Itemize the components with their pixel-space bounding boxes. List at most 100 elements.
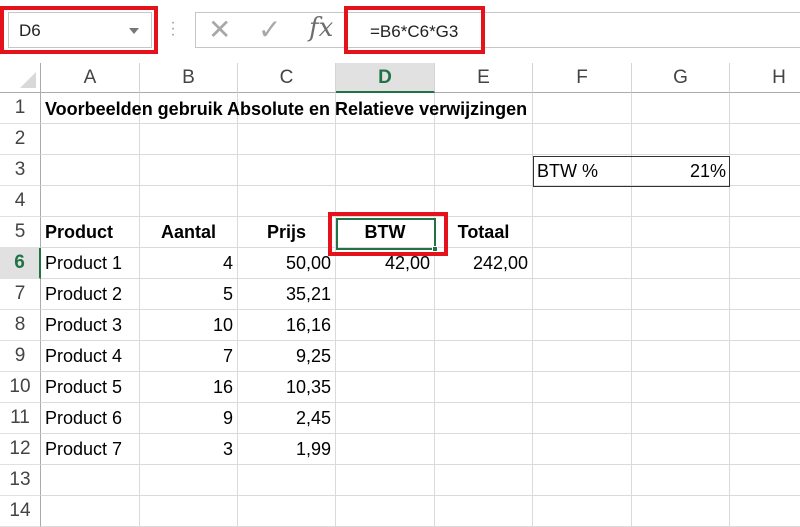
cell-e8[interactable] [435,310,533,341]
cell-a10[interactable]: Product 5 [41,372,140,403]
column-header-g[interactable]: G [632,63,730,93]
cell-f14[interactable] [533,496,632,527]
cell-e6[interactable]: 242,00 [435,248,533,279]
cell-h9[interactable] [730,341,800,372]
cell-g8[interactable] [632,310,730,341]
cell-e7[interactable] [435,279,533,310]
column-header-b[interactable]: B [140,63,238,93]
cell-h13[interactable] [730,465,800,496]
cell-f1[interactable] [533,93,632,124]
cell-e3[interactable] [435,155,533,186]
column-header-e[interactable]: E [435,63,533,93]
cell-b7[interactable]: 5 [140,279,238,310]
cell-g9[interactable] [632,341,730,372]
cell-g12[interactable] [632,434,730,465]
cell-g5[interactable] [632,217,730,248]
cell-e14[interactable] [435,496,533,527]
column-header-f[interactable]: F [533,63,632,93]
cell-c12[interactable]: 1,99 [238,434,336,465]
cell-b14[interactable] [140,496,238,527]
cell-f10[interactable] [533,372,632,403]
cell-b9[interactable]: 7 [140,341,238,372]
cell-g14[interactable] [632,496,730,527]
cell-a2[interactable] [41,124,140,155]
enter-icon[interactable]: ✓ [258,13,281,46]
row-header-6[interactable]: 6 [0,248,41,279]
cell-b12[interactable]: 3 [140,434,238,465]
column-header-h[interactable]: H [730,63,800,93]
cell-b6[interactable]: 4 [140,248,238,279]
cell-c2[interactable] [238,124,336,155]
cell-f7[interactable] [533,279,632,310]
cell-g13[interactable] [632,465,730,496]
cell-c3[interactable] [238,155,336,186]
cell-c5[interactable]: Prijs [238,217,336,248]
cell-c13[interactable] [238,465,336,496]
cell-f5[interactable] [533,217,632,248]
cell-h14[interactable] [730,496,800,527]
column-header-a[interactable]: A [41,63,140,93]
cell-g7[interactable] [632,279,730,310]
cell-f4[interactable] [533,186,632,217]
cell-c11[interactable]: 2,45 [238,403,336,434]
cell-g10[interactable] [632,372,730,403]
cell-h3[interactable] [730,155,800,186]
cell-h2[interactable] [730,124,800,155]
cell-d2[interactable] [336,124,435,155]
cell-a7[interactable]: Product 2 [41,279,140,310]
row-header-7[interactable]: 7 [0,279,41,310]
cell-d8[interactable] [336,310,435,341]
row-header-9[interactable]: 9 [0,341,41,372]
cell-a6[interactable]: Product 1 [41,248,140,279]
cell-f13[interactable] [533,465,632,496]
cell-b4[interactable] [140,186,238,217]
cell-a8[interactable]: Product 3 [41,310,140,341]
cell-e9[interactable] [435,341,533,372]
cell-e10[interactable] [435,372,533,403]
cell-f9[interactable] [533,341,632,372]
select-all-button[interactable] [0,63,41,93]
cell-a14[interactable] [41,496,140,527]
cell-a13[interactable] [41,465,140,496]
cancel-icon[interactable]: ✕ [208,13,231,46]
cell-a9[interactable]: Product 4 [41,341,140,372]
insert-function-icon[interactable]: fx [309,13,333,43]
btw-label-cell[interactable]: BTW % [533,156,632,187]
cell-h8[interactable] [730,310,800,341]
cell-c14[interactable] [238,496,336,527]
cell-c7[interactable]: 35,21 [238,279,336,310]
cell-c8[interactable]: 16,16 [238,310,336,341]
cell-g2[interactable] [632,124,730,155]
row-header-12[interactable]: 12 [0,434,41,465]
cell-d10[interactable] [336,372,435,403]
cell-d14[interactable] [336,496,435,527]
column-header-d[interactable]: D [336,63,435,93]
cell-b13[interactable] [140,465,238,496]
cell-g1[interactable] [632,93,730,124]
cell-e4[interactable] [435,186,533,217]
cell-h12[interactable] [730,434,800,465]
row-header-5[interactable]: 5 [0,217,41,248]
cell-e11[interactable] [435,403,533,434]
row-header-1[interactable]: 1 [0,93,41,124]
cell-b8[interactable]: 10 [140,310,238,341]
cell-a3[interactable] [41,155,140,186]
row-header-11[interactable]: 11 [0,403,41,434]
cell-h11[interactable] [730,403,800,434]
row-header-3[interactable]: 3 [0,155,41,186]
cell-b5[interactable]: Aantal [140,217,238,248]
cell-d3[interactable] [336,155,435,186]
row-header-10[interactable]: 10 [0,372,41,403]
cell-a4[interactable] [41,186,140,217]
row-header-13[interactable]: 13 [0,465,41,496]
cell-e13[interactable] [435,465,533,496]
column-header-c[interactable]: C [238,63,336,93]
cell-b3[interactable] [140,155,238,186]
row-header-2[interactable]: 2 [0,124,41,155]
cell-h5[interactable] [730,217,800,248]
cell-g4[interactable] [632,186,730,217]
cell-f6[interactable] [533,248,632,279]
cell-f11[interactable] [533,403,632,434]
cell-d9[interactable] [336,341,435,372]
cell-f2[interactable] [533,124,632,155]
